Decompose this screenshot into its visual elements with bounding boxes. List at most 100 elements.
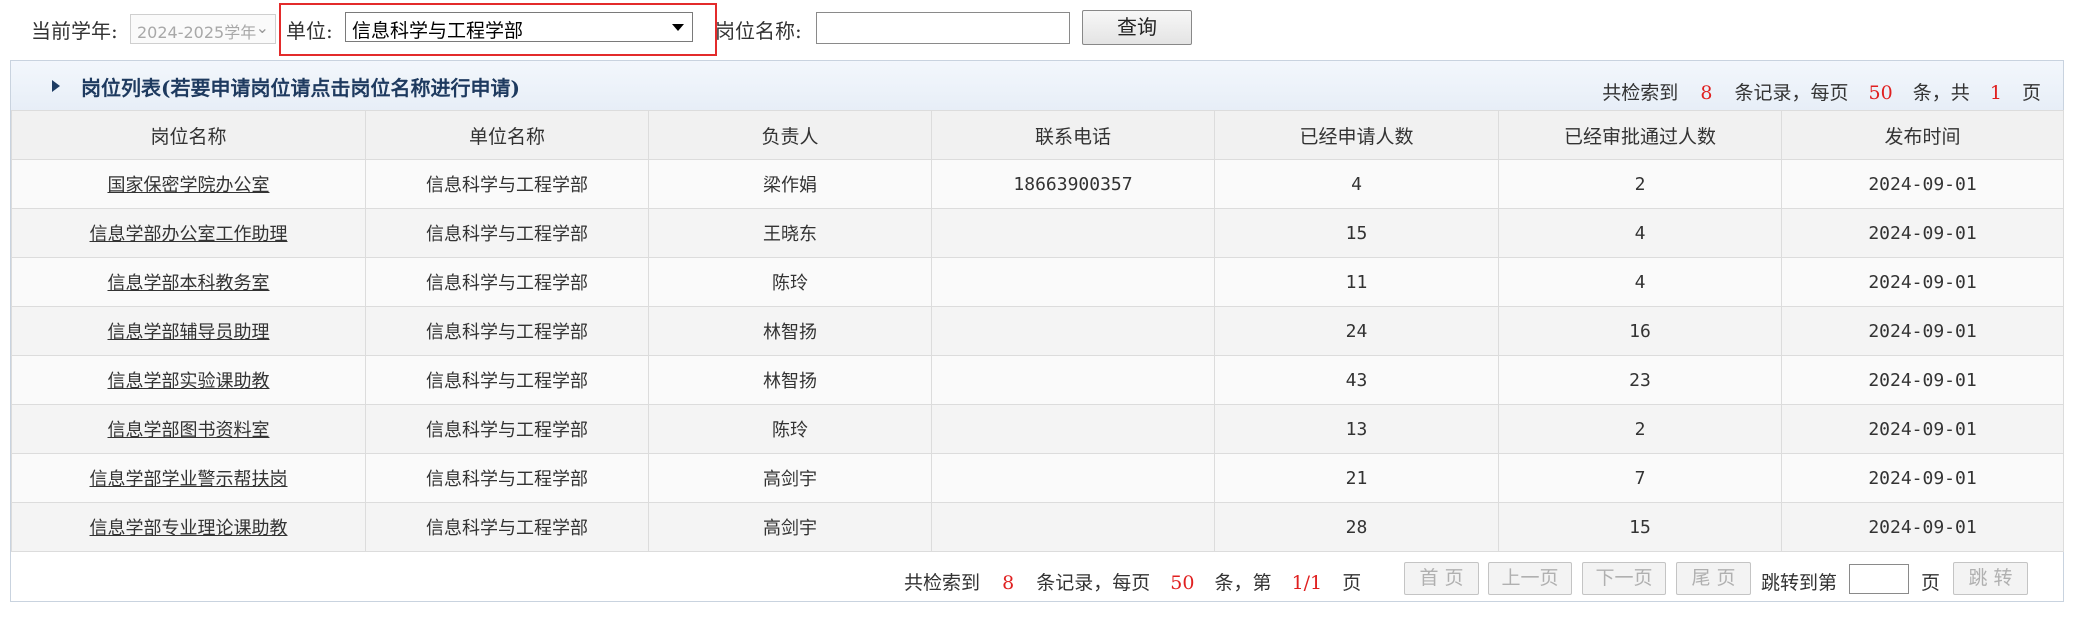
column-header: 岗位名称 — [11, 110, 366, 160]
applied-count-cell: 13 — [1214, 404, 1499, 454]
approved-count-cell: 23 — [1498, 355, 1782, 405]
publish-date-cell: 2024-09-01 — [1781, 502, 2064, 552]
phone-cell — [931, 355, 1215, 405]
manager-cell: 高剑宇 — [648, 453, 932, 503]
phone-cell — [931, 208, 1215, 258]
last-page-button[interactable]: 尾 页 — [1676, 562, 1751, 595]
manager-cell: 林智扬 — [648, 306, 932, 356]
position-name-link[interactable]: 信息学部专业理论课助教 — [90, 518, 288, 539]
panel-header: 岗位列表(若要申请岗位请点击岗位名称进行申请) 共检索到 8 条记录，每页 50… — [11, 61, 2063, 111]
jump-button[interactable]: 跳 转 — [1953, 562, 2028, 595]
publish-date-cell: 2024-09-01 — [1781, 404, 2064, 454]
phone-cell: 18663900357 — [931, 159, 1215, 209]
applied-count-cell: 21 — [1214, 453, 1499, 503]
column-header: 联系电话 — [931, 110, 1215, 160]
unit-name-cell: 信息科学与工程学部 — [365, 453, 649, 503]
manager-cell: 陈玲 — [648, 257, 932, 307]
pagination-stats: 共检索到 8 条记录，每页 50 条，第 1/1 页 — [904, 572, 1362, 594]
manager-cell: 高剑宇 — [648, 502, 932, 552]
position-name-link[interactable]: 信息学部辅导员助理 — [108, 322, 270, 343]
approved-count-cell: 15 — [1498, 502, 1782, 552]
per-page-count: 50 — [1868, 82, 1893, 104]
applied-count-cell: 4 — [1214, 159, 1499, 209]
per-page-count: 50 — [1170, 572, 1195, 594]
panel-stats: 共检索到 8 条记录，每页 50 条，共 1 页 — [1602, 82, 2041, 104]
filter-toolbar: 当前学年: 2024-2025学年 ⌄ 单位: 信息科学与工程学部 岗位名称: … — [0, 0, 2077, 56]
approved-count-cell: 4 — [1498, 257, 1782, 307]
jump-page-input[interactable] — [1849, 564, 1909, 594]
approved-count-cell: 4 — [1498, 208, 1782, 258]
publish-date-cell: 2024-09-01 — [1781, 355, 2064, 405]
phone-cell — [931, 257, 1215, 307]
manager-cell: 陈玲 — [648, 404, 932, 454]
panel-title: 岗位列表(若要申请岗位请点击岗位名称进行申请) — [81, 76, 520, 100]
position-name-link[interactable]: 信息学部办公室工作助理 — [90, 224, 288, 245]
column-header: 单位名称 — [365, 110, 649, 160]
table-row: 国家保密学院办公室 信息科学与工程学部 梁作娟 18663900357 4 2 … — [11, 159, 2064, 209]
phone-cell — [931, 502, 1215, 552]
table-row: 信息学部学业警示帮扶岗 信息科学与工程学部 高剑宇 21 7 2024-09-0… — [11, 453, 2064, 503]
approved-count-cell: 7 — [1498, 453, 1782, 503]
position-table: 岗位名称 单位名称 负责人 联系电话 已经申请人数 已经审批通过人数 发布时间 … — [11, 110, 2064, 552]
phone-cell — [931, 453, 1215, 503]
column-header: 发布时间 — [1781, 110, 2064, 160]
applied-count-cell: 28 — [1214, 502, 1499, 552]
table-row: 信息学部实验课助教 信息科学与工程学部 林智扬 43 23 2024-09-01 — [11, 355, 2064, 405]
caret-down-icon — [672, 24, 684, 31]
jump-suffix: 页 — [1921, 572, 1941, 594]
unit-name-cell: 信息科学与工程学部 — [365, 502, 649, 552]
manager-cell: 王晓东 — [648, 208, 932, 258]
table-row: 信息学部办公室工作助理 信息科学与工程学部 王晓东 15 4 2024-09-0… — [11, 208, 2064, 258]
applied-count-cell: 24 — [1214, 306, 1499, 356]
applied-count-cell: 43 — [1214, 355, 1499, 405]
unit-select[interactable]: 信息科学与工程学部 — [345, 12, 693, 42]
publish-date-cell: 2024-09-01 — [1781, 306, 2064, 356]
table-row: 信息学部专业理论课助教 信息科学与工程学部 高剑宇 28 15 2024-09-… — [11, 502, 2064, 552]
publish-date-cell: 2024-09-01 — [1781, 257, 2064, 307]
position-name-link[interactable]: 信息学部实验课助教 — [108, 371, 270, 392]
year-select[interactable]: 2024-2025学年 ⌄ — [130, 14, 276, 44]
applied-count-cell: 11 — [1214, 257, 1499, 307]
publish-date-cell: 2024-09-01 — [1781, 453, 2064, 503]
unit-name-cell: 信息科学与工程学部 — [365, 355, 649, 405]
position-name-link[interactable]: 信息学部本科教务室 — [108, 273, 270, 294]
record-count: 8 — [1002, 572, 1015, 594]
unit-select-value: 信息科学与工程学部 — [352, 20, 524, 42]
unit-name-cell: 信息科学与工程学部 — [365, 159, 649, 209]
phone-cell — [931, 306, 1215, 356]
phone-cell — [931, 404, 1215, 454]
approved-count-cell: 2 — [1498, 404, 1782, 454]
position-name-link[interactable]: 国家保密学院办公室 — [108, 175, 270, 196]
manager-cell: 梁作娟 — [648, 159, 932, 209]
position-name-link[interactable]: 信息学部图书资料室 — [108, 420, 270, 441]
approved-count-cell: 2 — [1498, 159, 1782, 209]
page-count: 1 — [1989, 82, 2002, 104]
table-row: 信息学部本科教务室 信息科学与工程学部 陈玲 11 4 2024-09-01 — [11, 257, 2064, 307]
position-name-label: 岗位名称: — [715, 19, 802, 43]
current-page: 1/1 — [1291, 572, 1323, 594]
triangle-right-icon[interactable] — [52, 80, 60, 92]
year-select-value: 2024-2025学年 — [137, 23, 257, 42]
table-header-row: 岗位名称 单位名称 负责人 联系电话 已经申请人数 已经审批通过人数 发布时间 — [11, 110, 2064, 160]
pagination-bar: 共检索到 8 条记录，每页 50 条，第 1/1 页 首 页 上一页 下一页 尾… — [11, 559, 2063, 601]
position-name-input[interactable] — [816, 12, 1070, 44]
year-label: 当前学年: — [31, 19, 118, 43]
unit-name-cell: 信息科学与工程学部 — [365, 208, 649, 258]
query-button[interactable]: 查询 — [1082, 10, 1192, 45]
approved-count-cell: 16 — [1498, 306, 1782, 356]
publish-date-cell: 2024-09-01 — [1781, 159, 2064, 209]
table-row: 信息学部图书资料室 信息科学与工程学部 陈玲 13 2 2024-09-01 — [11, 404, 2064, 454]
applied-count-cell: 15 — [1214, 208, 1499, 258]
publish-date-cell: 2024-09-01 — [1781, 208, 2064, 258]
unit-name-cell: 信息科学与工程学部 — [365, 404, 649, 454]
column-header: 已经审批通过人数 — [1498, 110, 1782, 160]
next-page-button[interactable]: 下一页 — [1582, 562, 1666, 595]
position-name-link[interactable]: 信息学部学业警示帮扶岗 — [90, 469, 288, 490]
manager-cell: 林智扬 — [648, 355, 932, 405]
jump-label: 跳转到第 — [1761, 572, 1838, 594]
prev-page-button[interactable]: 上一页 — [1488, 562, 1572, 595]
column-header: 负责人 — [648, 110, 932, 160]
table-row: 信息学部辅导员助理 信息科学与工程学部 林智扬 24 16 2024-09-01 — [11, 306, 2064, 356]
first-page-button[interactable]: 首 页 — [1404, 562, 1479, 595]
unit-name-cell: 信息科学与工程学部 — [365, 257, 649, 307]
